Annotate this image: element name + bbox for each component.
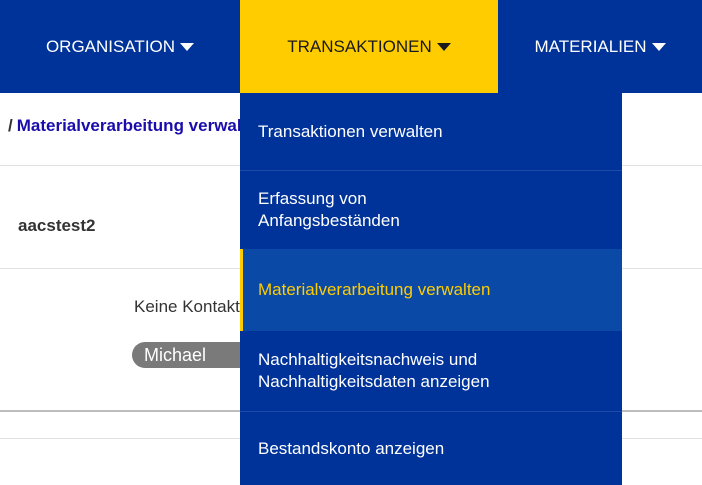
menu-item-bestandskonto-anzeigen[interactable]: Bestandskonto anzeigen — [240, 412, 622, 485]
caret-down-icon — [180, 42, 195, 51]
breadcrumb-current-link[interactable]: Materialverarbeitung verwalten — [17, 116, 267, 135]
nav-item-label: ORGANISATION — [45, 36, 176, 56]
menu-item-materialverarbeitung-verwalten[interactable]: Materialverarbeitung verwalten — [240, 249, 622, 331]
menu-item-nachhaltigkeitsnachweis-anzeigen[interactable]: Nachhaltigkeitsnachweis und Nachhaltigke… — [240, 331, 622, 411]
username: aacstest2 — [18, 216, 96, 235]
nav-item-label: TRANSAKTIONEN — [287, 36, 432, 56]
menu-item-erfassung-anfangsbestaende[interactable]: Erfassung von Anfangsbeständen — [240, 171, 622, 249]
menu-item-label: Erfassung von Anfangsbeständen — [258, 189, 400, 230]
nav-item-label: MATERIALIEN — [534, 36, 647, 56]
transaktionen-dropdown-menu: Transaktionen verwalten Erfassung von An… — [240, 93, 622, 485]
nav-item-transaktionen[interactable]: TRANSAKTIONEN — [240, 0, 498, 93]
breadcrumb-separator: / — [8, 116, 13, 135]
top-navigation-bar: ORGANISATION TRANSAKTIONEN MATERIALIEN — [0, 0, 702, 93]
nav-item-organisation[interactable]: ORGANISATION — [0, 0, 240, 93]
menu-item-transaktionen-verwalten[interactable]: Transaktionen verwalten — [240, 93, 622, 170]
nav-item-materialien[interactable]: MATERIALIEN — [498, 0, 702, 93]
menu-item-label: Bestandskonto anzeigen — [258, 438, 445, 458]
caret-down-icon — [651, 42, 666, 51]
menu-item-label: Transaktionen verwalten — [258, 121, 443, 141]
breadcrumb: / Materialverarbeitung verwalten — [8, 116, 267, 136]
menu-item-label: Nachhaltigkeitsnachweis und Nachhaltigke… — [258, 350, 490, 391]
caret-down-icon — [436, 42, 451, 51]
menu-item-label: Materialverarbeitung verwalten — [258, 280, 491, 299]
